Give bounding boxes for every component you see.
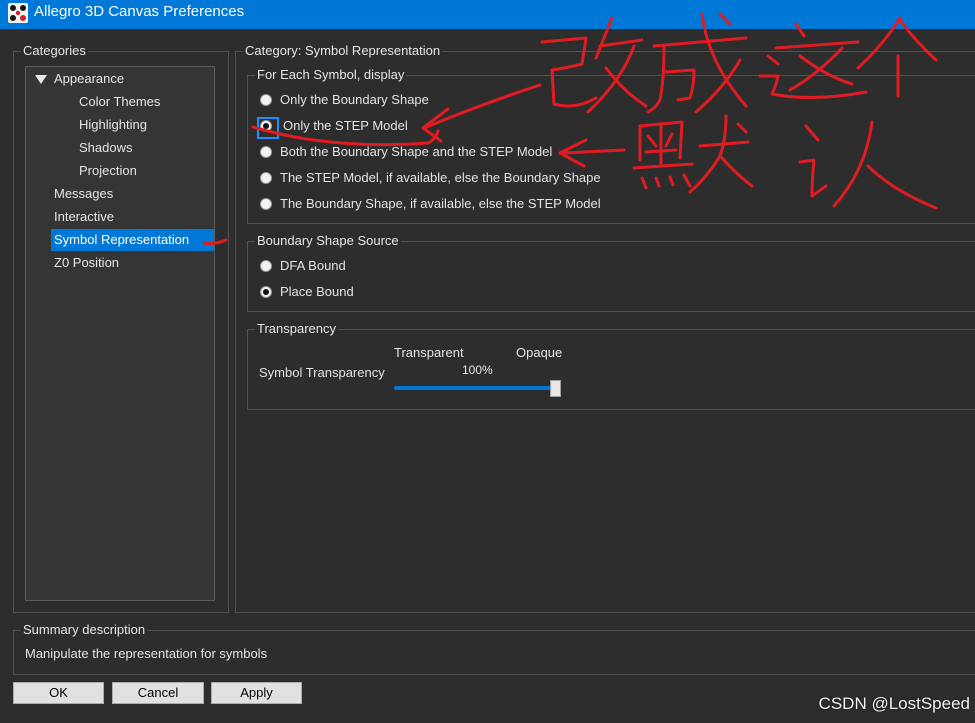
- slider-value-label: 100%: [462, 363, 493, 377]
- radio-button-icon[interactable]: [260, 260, 272, 272]
- tree-item-label: Highlighting: [79, 117, 147, 132]
- tree-item-interactive[interactable]: Interactive: [51, 206, 214, 228]
- radio-button-icon[interactable]: [260, 198, 272, 210]
- tree-item-label: Messages: [54, 186, 114, 201]
- triangle-down-icon[interactable]: [35, 75, 47, 84]
- ok-button[interactable]: OK: [13, 682, 104, 704]
- tree-item-shadows[interactable]: Shadows: [76, 137, 214, 159]
- title-bar[interactable]: Allegro 3D Canvas Preferences: [0, 0, 975, 29]
- slider-thumb[interactable]: [549, 380, 561, 397]
- watermark: CSDN @LostSpeed: [818, 694, 970, 713]
- radio-option-step-only[interactable]: Only the STEP Model: [257, 116, 620, 139]
- panel-title: Category: Symbol Representation: [243, 43, 443, 59]
- cancel-button[interactable]: Cancel: [112, 682, 204, 704]
- transparency-slider-track[interactable]: [394, 380, 561, 397]
- summary-label: Summary description: [21, 622, 148, 638]
- slider-max-label: Opaque: [516, 345, 563, 360]
- apply-button[interactable]: Apply: [211, 682, 302, 704]
- tree-item-label: Symbol Representation: [54, 232, 190, 247]
- radio-option-label[interactable]: Place Bound: [280, 284, 354, 300]
- radio-option-label[interactable]: DFA Bound: [280, 258, 346, 274]
- tree-item-highlighting[interactable]: Highlighting: [76, 114, 214, 136]
- radio-option-dfa-bound[interactable]: DFA Bound: [260, 256, 620, 276]
- radio-option-step-else-boundary[interactable]: The STEP Model, if available, else the B…: [260, 168, 620, 188]
- tree-item-z0-position[interactable]: Z0 Position: [51, 252, 214, 274]
- tree-item-label: Color Themes: [79, 94, 161, 109]
- category-tree: Appearance Color Themes Highlighting Sha…: [25, 66, 215, 601]
- radio-button-icon[interactable]: [260, 286, 272, 298]
- radio-option-label[interactable]: Only the Boundary Shape: [280, 92, 429, 108]
- tree-item-appearance[interactable]: Appearance: [35, 68, 214, 90]
- tree-item-label: Interactive: [54, 209, 114, 224]
- radio-option-place-bound[interactable]: Place Bound: [260, 282, 620, 302]
- radio-button-icon[interactable]: [260, 146, 272, 158]
- source-group-label: Boundary Shape Source: [255, 233, 401, 249]
- tree-item-color-themes[interactable]: Color Themes: [76, 91, 214, 113]
- tree-item-label: Z0 Position: [54, 255, 120, 270]
- app-icon[interactable]: [8, 3, 28, 23]
- transparency-group-label: Transparency: [255, 321, 338, 337]
- radio-option-label[interactable]: The STEP Model, if available, else the B…: [280, 170, 601, 186]
- categories-label: Categories: [21, 43, 88, 59]
- tree-item-symbol-representation[interactable]: Symbol Representation: [51, 229, 214, 251]
- slider-fill: [394, 386, 555, 390]
- window-title: Allegro 3D Canvas Preferences: [34, 3, 245, 20]
- tree-item-messages[interactable]: Messages: [51, 183, 214, 205]
- symbol-transparency-label: Symbol Transparency: [259, 365, 385, 380]
- radio-button-icon[interactable]: [260, 94, 272, 106]
- radio-option-label[interactable]: Both the Boundary Shape and the STEP Mod…: [280, 144, 552, 160]
- tree-item-projection[interactable]: Projection: [76, 160, 214, 182]
- radio-button-icon[interactable]: [260, 172, 272, 184]
- tree-item-label: Projection: [79, 163, 137, 178]
- summary-text: Manipulate the representation for symbol…: [25, 646, 268, 661]
- slider-min-label: Transparent: [394, 345, 464, 360]
- radio-option-label[interactable]: The Boundary Shape, if available, else t…: [280, 196, 601, 212]
- tree-item-label: Shadows: [79, 140, 133, 155]
- display-group-label: For Each Symbol, display: [255, 67, 407, 83]
- radio-option-label[interactable]: Only the STEP Model: [283, 118, 408, 134]
- radio-option-boundary-else-step[interactable]: The Boundary Shape, if available, else t…: [260, 194, 620, 214]
- radio-option-both[interactable]: Both the Boundary Shape and the STEP Mod…: [260, 142, 620, 162]
- radio-option-boundary-only[interactable]: Only the Boundary Shape: [260, 90, 620, 110]
- tree-item-label: Appearance: [54, 71, 125, 86]
- radio-button-icon[interactable]: [257, 117, 279, 139]
